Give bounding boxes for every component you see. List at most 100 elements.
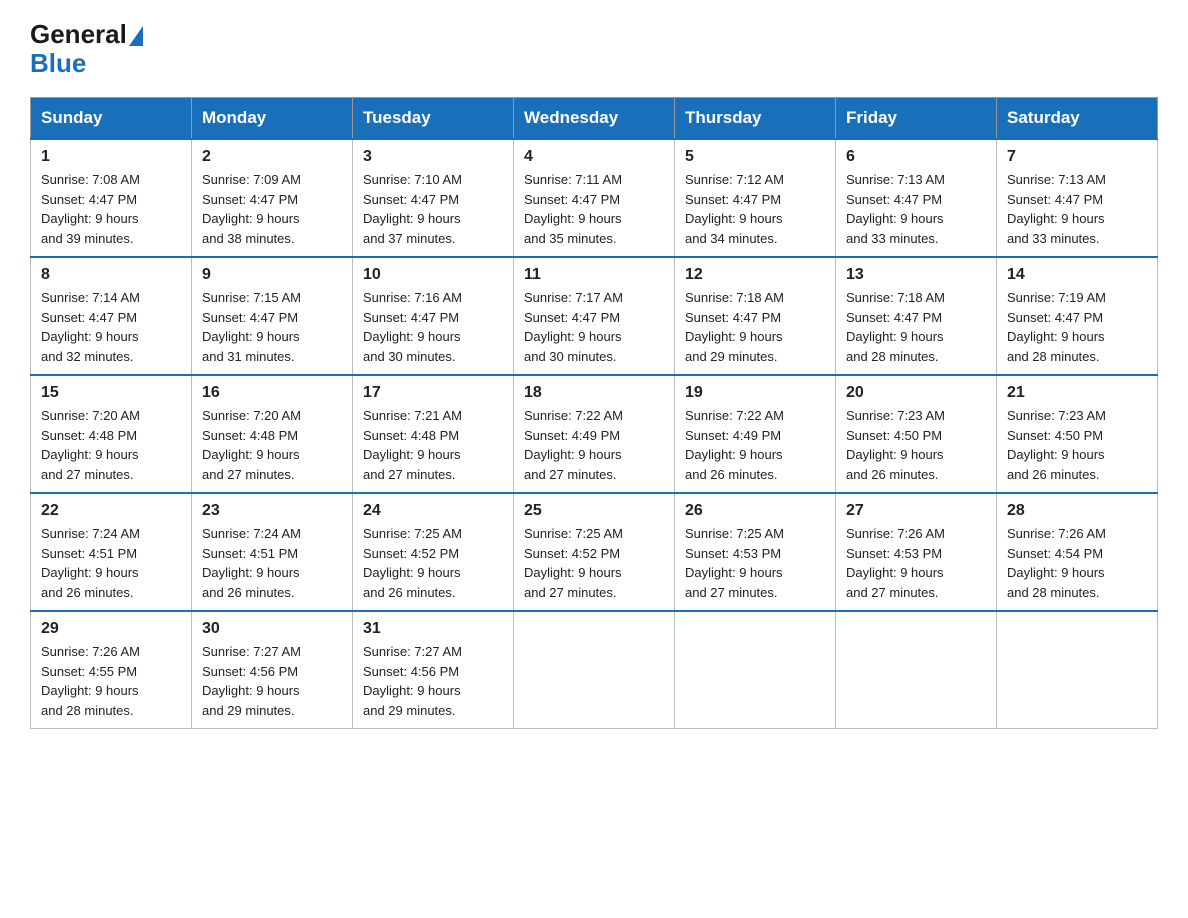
day-number: 26 — [685, 502, 825, 520]
calendar-day-23: 23 Sunrise: 7:24 AMSunset: 4:51 PMDayligh… — [192, 493, 353, 611]
day-number: 4 — [524, 148, 664, 166]
calendar-day-30: 30 Sunrise: 7:27 AMSunset: 4:56 PMDayligh… — [192, 611, 353, 729]
day-info: Sunrise: 7:26 AMSunset: 4:54 PMDaylight:… — [1007, 524, 1147, 602]
calendar-day-9: 9 Sunrise: 7:15 AMSunset: 4:47 PMDaylight… — [192, 257, 353, 375]
day-number: 25 — [524, 502, 664, 520]
calendar-day-25: 25 Sunrise: 7:25 AMSunset: 4:52 PMDayligh… — [514, 493, 675, 611]
day-info: Sunrise: 7:25 AMSunset: 4:53 PMDaylight:… — [685, 524, 825, 602]
calendar-day-4: 4 Sunrise: 7:11 AMSunset: 4:47 PMDaylight… — [514, 139, 675, 257]
day-number: 30 — [202, 620, 342, 638]
day-info: Sunrise: 7:26 AMSunset: 4:53 PMDaylight:… — [846, 524, 986, 602]
calendar-day-5: 5Sunrise: 7:12 AMSunset: 4:47 PMDaylight… — [675, 139, 836, 257]
day-number: 10 — [363, 266, 503, 284]
weekday-header-monday: Monday — [192, 98, 353, 140]
day-info: Sunrise: 7:17 AMSunset: 4:47 PMDaylight:… — [524, 288, 664, 366]
calendar-week-5: 29Sunrise: 7:26 AMSunset: 4:55 PMDayligh… — [31, 611, 1158, 729]
day-number: 12 — [685, 266, 825, 284]
day-number: 16 — [202, 384, 342, 402]
day-info: Sunrise: 7:14 AMSunset: 4:47 PMDaylight:… — [41, 288, 181, 366]
day-info: Sunrise: 7:27 AMSunset: 4:56 PMDaylight:… — [363, 642, 503, 720]
weekday-header-sunday: Sunday — [31, 98, 192, 140]
calendar-day-2: 2 Sunrise: 7:09 AMSunset: 4:47 PMDaylight… — [192, 139, 353, 257]
day-number: 27 — [846, 502, 986, 520]
calendar-day-28: 28Sunrise: 7:26 AMSunset: 4:54 PMDayligh… — [997, 493, 1158, 611]
calendar-week-2: 8 Sunrise: 7:14 AMSunset: 4:47 PMDaylight… — [31, 257, 1158, 375]
day-number: 2 — [202, 148, 342, 166]
day-info: Sunrise: 7:20 AMSunset: 4:48 PMDaylight:… — [202, 406, 342, 484]
calendar-day-22: 22 Sunrise: 7:24 AMSunset: 4:51 PMDayligh… — [31, 493, 192, 611]
calendar-day-3: 3 Sunrise: 7:10 AMSunset: 4:47 PMDaylight… — [353, 139, 514, 257]
day-number: 11 — [524, 266, 664, 284]
day-number: 24 — [363, 502, 503, 520]
day-number: 9 — [202, 266, 342, 284]
calendar-week-3: 15 Sunrise: 7:20 AMSunset: 4:48 PMDayligh… — [31, 375, 1158, 493]
calendar-day-20: 20 Sunrise: 7:23 AMSunset: 4:50 PMDayligh… — [836, 375, 997, 493]
calendar-week-4: 22 Sunrise: 7:24 AMSunset: 4:51 PMDayligh… — [31, 493, 1158, 611]
day-info: Sunrise: 7:23 AMSunset: 4:50 PMDaylight:… — [1007, 406, 1147, 484]
day-number: 1 — [41, 148, 181, 166]
day-number: 6 — [846, 148, 986, 166]
day-number: 8 — [41, 266, 181, 284]
calendar-day-10: 10 Sunrise: 7:16 AMSunset: 4:47 PMDayligh… — [353, 257, 514, 375]
day-info: Sunrise: 7:19 AMSunset: 4:47 PMDaylight:… — [1007, 288, 1147, 366]
day-number: 18 — [524, 384, 664, 402]
calendar-day-1: 1 Sunrise: 7:08 AMSunset: 4:47 PMDaylight… — [31, 139, 192, 257]
weekday-header-wednesday: Wednesday — [514, 98, 675, 140]
day-info: Sunrise: 7:23 AMSunset: 4:50 PMDaylight:… — [846, 406, 986, 484]
logo-triangle-icon — [129, 26, 143, 46]
empty-cell — [514, 611, 675, 729]
day-number: 31 — [363, 620, 503, 638]
day-number: 3 — [363, 148, 503, 166]
calendar-day-16: 16 Sunrise: 7:20 AMSunset: 4:48 PMDayligh… — [192, 375, 353, 493]
day-number: 22 — [41, 502, 181, 520]
day-info: Sunrise: 7:09 AMSunset: 4:47 PMDaylight:… — [202, 170, 342, 248]
day-number: 7 — [1007, 148, 1147, 166]
day-number: 20 — [846, 384, 986, 402]
day-info: Sunrise: 7:16 AMSunset: 4:47 PMDaylight:… — [363, 288, 503, 366]
calendar-day-24: 24 Sunrise: 7:25 AMSunset: 4:52 PMDayligh… — [353, 493, 514, 611]
empty-cell — [836, 611, 997, 729]
day-info: Sunrise: 7:27 AMSunset: 4:56 PMDaylight:… — [202, 642, 342, 720]
page-header: General Blue — [30, 20, 1158, 77]
logo-general-text: General — [30, 20, 127, 49]
day-number: 13 — [846, 266, 986, 284]
day-info: Sunrise: 7:24 AMSunset: 4:51 PMDaylight:… — [41, 524, 181, 602]
day-number: 19 — [685, 384, 825, 402]
day-info: Sunrise: 7:18 AMSunset: 4:47 PMDaylight:… — [846, 288, 986, 366]
day-info: Sunrise: 7:11 AMSunset: 4:47 PMDaylight:… — [524, 170, 664, 248]
day-info: Sunrise: 7:24 AMSunset: 4:51 PMDaylight:… — [202, 524, 342, 602]
calendar-day-18: 18 Sunrise: 7:22 AMSunset: 4:49 PMDayligh… — [514, 375, 675, 493]
calendar-day-12: 12 Sunrise: 7:18 AMSunset: 4:47 PMDayligh… — [675, 257, 836, 375]
calendar-day-8: 8 Sunrise: 7:14 AMSunset: 4:47 PMDaylight… — [31, 257, 192, 375]
day-info: Sunrise: 7:18 AMSunset: 4:47 PMDaylight:… — [685, 288, 825, 366]
calendar-day-21: 21 Sunrise: 7:23 AMSunset: 4:50 PMDayligh… — [997, 375, 1158, 493]
day-number: 14 — [1007, 266, 1147, 284]
day-info: Sunrise: 7:13 AMSunset: 4:47 PMDaylight:… — [846, 170, 986, 248]
day-info: Sunrise: 7:21 AMSunset: 4:48 PMDaylight:… — [363, 406, 503, 484]
weekday-header-friday: Friday — [836, 98, 997, 140]
day-info: Sunrise: 7:22 AMSunset: 4:49 PMDaylight:… — [524, 406, 664, 484]
weekday-header-saturday: Saturday — [997, 98, 1158, 140]
day-number: 23 — [202, 502, 342, 520]
weekday-header-row: SundayMondayTuesdayWednesdayThursdayFrid… — [31, 98, 1158, 140]
calendar-day-7: 7 Sunrise: 7:13 AMSunset: 4:47 PMDaylight… — [997, 139, 1158, 257]
empty-cell — [675, 611, 836, 729]
day-info: Sunrise: 7:25 AMSunset: 4:52 PMDaylight:… — [363, 524, 503, 602]
calendar-day-6: 6 Sunrise: 7:13 AMSunset: 4:47 PMDaylight… — [836, 139, 997, 257]
day-info: Sunrise: 7:20 AMSunset: 4:48 PMDaylight:… — [41, 406, 181, 484]
day-info: Sunrise: 7:25 AMSunset: 4:52 PMDaylight:… — [524, 524, 664, 602]
day-info: Sunrise: 7:10 AMSunset: 4:47 PMDaylight:… — [363, 170, 503, 248]
logo: General Blue — [30, 20, 143, 77]
calendar-day-17: 17 Sunrise: 7:21 AMSunset: 4:48 PMDayligh… — [353, 375, 514, 493]
day-info: Sunrise: 7:08 AMSunset: 4:47 PMDaylight:… — [41, 170, 181, 248]
day-number: 17 — [363, 384, 503, 402]
calendar-day-11: 11 Sunrise: 7:17 AMSunset: 4:47 PMDayligh… — [514, 257, 675, 375]
day-number: 5 — [685, 148, 825, 166]
day-info: Sunrise: 7:13 AMSunset: 4:47 PMDaylight:… — [1007, 170, 1147, 248]
day-number: 15 — [41, 384, 181, 402]
day-number: 21 — [1007, 384, 1147, 402]
calendar-day-29: 29Sunrise: 7:26 AMSunset: 4:55 PMDayligh… — [31, 611, 192, 729]
calendar-day-31: 31 Sunrise: 7:27 AMSunset: 4:56 PMDayligh… — [353, 611, 514, 729]
calendar-day-19: 19Sunrise: 7:22 AMSunset: 4:49 PMDayligh… — [675, 375, 836, 493]
day-info: Sunrise: 7:15 AMSunset: 4:47 PMDaylight:… — [202, 288, 342, 366]
